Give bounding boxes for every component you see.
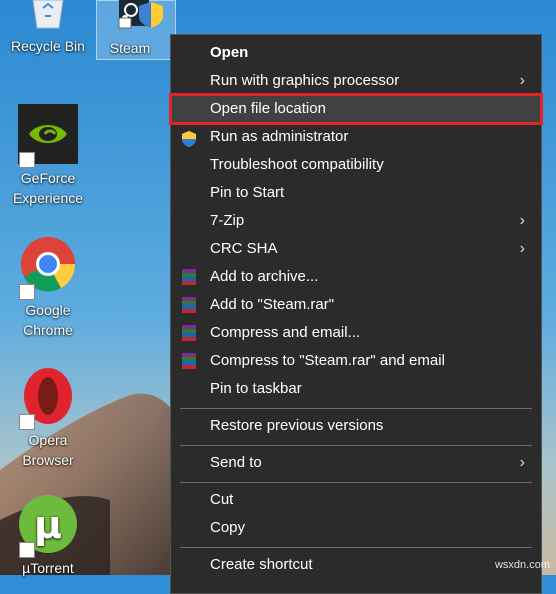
menu-item-label: Send to bbox=[210, 454, 262, 471]
menu-item-run-with-graphics-processor[interactable]: Run with graphics processor › bbox=[171, 67, 541, 95]
menu-item-label: Restore previous versions bbox=[210, 417, 384, 434]
menu-item-add-to-archive[interactable]: Add to archive... bbox=[171, 263, 541, 291]
menu-item-7-zip[interactable]: 7-Zip › bbox=[171, 207, 541, 235]
menu-item-label: Troubleshoot compatibility bbox=[210, 156, 384, 173]
desktop-icon-label: Steam bbox=[109, 40, 151, 56]
desktop-icon-label: Google Chrome bbox=[23, 302, 73, 338]
menu-item-restore-previous-versions[interactable]: Restore previous versions bbox=[171, 412, 541, 440]
menu-item-label: Add to archive... bbox=[210, 268, 319, 285]
menu-item-send-to[interactable]: Send to › bbox=[171, 449, 541, 477]
geforce-experience-icon bbox=[17, 104, 79, 168]
svg-text:µ: µ bbox=[34, 503, 62, 547]
menu-item-label: Open file location bbox=[210, 100, 326, 117]
desktop-icon-utorrent[interactable]: µ µTorrent bbox=[0, 494, 96, 578]
shortcut-arrow-icon bbox=[19, 152, 35, 168]
menu-item-label: Run as administrator bbox=[210, 128, 349, 145]
shortcut-arrow-icon bbox=[19, 542, 35, 558]
utorrent-icon: µ bbox=[17, 494, 79, 558]
menu-item-add-to-steam-rar[interactable]: Add to "Steam.rar" bbox=[171, 291, 541, 319]
menu-item-label: 7-Zip bbox=[210, 212, 245, 229]
menu-item-compress-and-email[interactable]: Compress and email... bbox=[171, 319, 541, 347]
desktop-icon-label: µTorrent bbox=[22, 560, 74, 576]
menu-item-troubleshoot-compatibility[interactable]: Troubleshoot compatibility bbox=[171, 151, 541, 179]
menu-item-label: Open bbox=[210, 44, 249, 61]
menu-item-label: Pin to Start bbox=[210, 184, 285, 201]
shortcut-arrow-icon bbox=[19, 414, 35, 430]
opera-icon bbox=[17, 366, 79, 430]
desktop-icon-geforce[interactable]: GeForce Experience bbox=[0, 104, 96, 208]
winrar-icon bbox=[181, 297, 197, 313]
desktop-icon-opera[interactable]: Opera Browser bbox=[0, 366, 96, 470]
chevron-right-icon: › bbox=[519, 212, 525, 229]
winrar-icon bbox=[181, 325, 197, 341]
chrome-icon bbox=[17, 236, 79, 300]
shortcut-arrow-icon bbox=[19, 284, 35, 300]
desktop-icon-chrome[interactable]: Google Chrome bbox=[0, 236, 96, 340]
context-menu: Open Run with graphics processor › Open … bbox=[169, 34, 543, 594]
menu-item-label: Compress and email... bbox=[210, 324, 361, 341]
menu-separator bbox=[180, 445, 532, 446]
menu-item-label: Compress to "Steam.rar" and email bbox=[210, 352, 445, 369]
menu-item-copy[interactable]: Copy bbox=[171, 514, 541, 542]
desktop-icon-label: GeForce Experience bbox=[12, 170, 84, 206]
chevron-right-icon: › bbox=[519, 454, 525, 471]
desktop-icon-label: Opera Browser bbox=[22, 432, 74, 468]
menu-item-open-file-location[interactable]: Open file location bbox=[169, 93, 543, 125]
menu-item-compress-to-steam-rar-and-email[interactable]: Compress to "Steam.rar" and email bbox=[171, 347, 541, 375]
menu-item-label: Add to "Steam.rar" bbox=[210, 296, 335, 313]
steam-icon bbox=[105, 0, 167, 30]
menu-item-label: Cut bbox=[210, 491, 234, 508]
menu-item-crc-sha[interactable]: CRC SHA › bbox=[171, 235, 541, 263]
menu-separator bbox=[180, 408, 532, 409]
menu-item-run-as-administrator[interactable]: Run as administrator bbox=[171, 123, 541, 151]
menu-item-label: Copy bbox=[210, 519, 246, 536]
menu-item-label: CRC SHA bbox=[210, 240, 278, 257]
menu-item-label: Pin to taskbar bbox=[210, 380, 302, 397]
recycle-bin-icon bbox=[17, 0, 79, 30]
menu-separator bbox=[180, 547, 532, 548]
winrar-icon bbox=[181, 269, 197, 285]
menu-item-open[interactable]: Open bbox=[171, 39, 541, 67]
chevron-right-icon: › bbox=[519, 240, 525, 257]
menu-item-label: Run with graphics processor bbox=[210, 72, 400, 89]
watermark: wsxdn.com bbox=[494, 559, 550, 571]
uac-shield-icon bbox=[181, 129, 197, 147]
menu-item-pin-to-taskbar[interactable]: Pin to taskbar bbox=[171, 375, 541, 403]
menu-separator bbox=[180, 482, 532, 483]
menu-item-pin-to-start[interactable]: Pin to Start bbox=[171, 179, 541, 207]
winrar-icon bbox=[181, 353, 197, 369]
chevron-right-icon: › bbox=[519, 72, 525, 89]
menu-item-cut[interactable]: Cut bbox=[171, 486, 541, 514]
